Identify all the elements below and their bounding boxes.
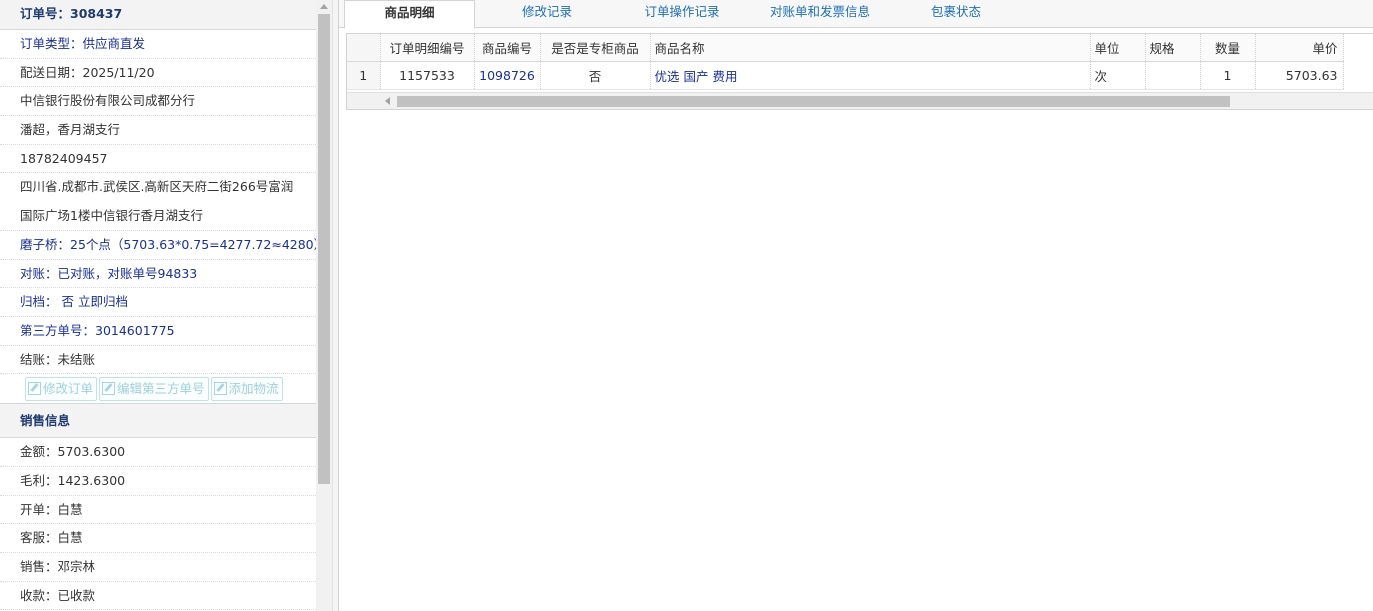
order-type-row: 订单类型：供应商直发 — [0, 30, 316, 59]
order-creator-row: 开单：白慧 — [0, 496, 316, 525]
sales-info-header: 销售信息 — [0, 404, 316, 439]
discount-note-row: 磨子桥：25个点（5703.63*0.75=4277.72≈4280） — [0, 231, 316, 260]
cell-product-name-link[interactable]: 优选 国产 费用 — [650, 61, 1091, 90]
sales-amount-row: 金额：5703.6300 — [0, 438, 316, 467]
grid-horizontal-scrollbar[interactable] — [347, 92, 1373, 109]
order-number-header: 订单号：308437 — [0, 0, 316, 30]
tab-statement-invoice[interactable]: 对账单和发票信息 — [755, 0, 885, 28]
address-line-1: 四川省.成都市.武侯区.高新区天府二街266号富润 — [20, 179, 294, 195]
cell-detail-id: 1157533 — [380, 61, 475, 90]
column-header-rownum — [347, 34, 381, 62]
payment-status-row: 收款：已收款 — [0, 582, 316, 611]
cell-product-id-link[interactable]: 1098726 — [474, 61, 541, 90]
cell-counter-product: 否 — [540, 61, 651, 90]
tab-package-status[interactable]: 包裹状态 — [899, 0, 1013, 28]
contact-name-row: 潘超，香月湖支行 — [0, 116, 316, 145]
edit-icon — [213, 382, 227, 396]
table-header-row: 订单明细编号 商品编号 是否是专柜商品 商品名称 单位 规格 数量 单价 — [347, 34, 1344, 62]
edit-third-party-label: 编辑第三方单号 — [117, 381, 205, 397]
column-header-counter-product[interactable]: 是否是专柜商品 — [540, 34, 651, 62]
customer-company-row: 中信银行股份有限公司成都分行 — [0, 87, 316, 117]
salesperson-row: 销售：邓宗林 — [0, 553, 316, 582]
column-header-product-name[interactable]: 商品名称 — [650, 34, 1091, 62]
column-header-detail-id[interactable]: 订单明细编号 — [380, 34, 475, 62]
order-detail-window: 订单号：308437 订单类型：供应商直发 配送日期：2025/11/20 中信… — [0, 0, 1373, 611]
scroll-left-arrow-icon[interactable] — [385, 97, 390, 105]
cell-rownum: 1 — [347, 61, 381, 90]
add-logistics-button[interactable]: 添加物流 — [210, 377, 283, 402]
edit-order-label: 修改订单 — [43, 381, 94, 397]
tab-order-operation-log[interactable]: 订单操作记录 — [621, 0, 743, 28]
order-action-buttons: 修改订单 编辑第三方单号 添加物流 — [0, 374, 316, 405]
cell-unit: 次 — [1090, 61, 1146, 90]
archive-row[interactable]: 归档： 否 立即归档 — [0, 288, 316, 317]
order-info-panel: 订单号：308437 订单类型：供应商直发 配送日期：2025/11/20 中信… — [0, 0, 316, 611]
cell-spec — [1145, 61, 1201, 90]
left-panel-scrollbar[interactable] — [316, 0, 332, 611]
column-header-product-id[interactable]: 商品编号 — [474, 34, 541, 62]
edit-order-button[interactable]: 修改订单 — [25, 377, 98, 402]
settlement-row: 结账：未结账 — [0, 346, 316, 375]
edit-icon — [28, 382, 41, 396]
contact-phone-row: 18782409457 — [0, 145, 316, 174]
column-header-unit-price[interactable]: 单价 — [1255, 34, 1344, 62]
detail-tabs: 商品明细 修改记录 订单操作记录 对账单和发票信息 包裹状态 — [339, 0, 1373, 29]
reconciliation-row[interactable]: 对账：已对账，对账单号94833 — [0, 260, 316, 289]
column-header-spec[interactable]: 规格 — [1145, 34, 1201, 62]
add-logistics-label: 添加物流 — [228, 381, 279, 397]
third-party-number-row: 第三方单号：3014601775 — [0, 317, 316, 346]
product-detail-grid: 订单明细编号 商品编号 是否是专柜商品 商品名称 单位 规格 数量 单价 1 1… — [346, 33, 1373, 110]
tab-modification-log[interactable]: 修改记录 — [487, 0, 607, 28]
product-table: 订单明细编号 商品编号 是否是专柜商品 商品名称 单位 规格 数量 单价 1 1… — [347, 34, 1344, 90]
gross-profit-row: 毛利：1423.6300 — [0, 467, 316, 496]
cell-unit-price: 5703.63 — [1255, 61, 1344, 90]
table-row[interactable]: 1 1157533 1098726 否 优选 国产 费用 次 1 5703.63 — [347, 61, 1344, 90]
edit-third-party-button[interactable]: 编辑第三方单号 — [99, 377, 209, 402]
column-header-unit[interactable]: 单位 — [1090, 34, 1146, 62]
tab-product-details[interactable]: 商品明细 — [344, 0, 475, 29]
scroll-up-arrow-icon[interactable] — [320, 4, 328, 9]
edit-icon — [102, 382, 116, 396]
delivery-date-row: 配送日期：2025/11/20 — [0, 59, 316, 88]
customer-service-row: 客服：白慧 — [0, 524, 316, 553]
horizontal-scrollbar-thumb[interactable] — [397, 96, 1230, 107]
column-header-quantity[interactable]: 数量 — [1200, 34, 1256, 62]
cell-quantity: 1 — [1200, 61, 1256, 90]
detail-panel: 商品明细 修改记录 订单操作记录 对账单和发票信息 包裹状态 订单明细编号 商品… — [338, 0, 1373, 611]
address-line-2: 国际广场1楼中信银行香月湖支行 — [0, 202, 316, 231]
scrollbar-thumb[interactable] — [318, 14, 330, 484]
